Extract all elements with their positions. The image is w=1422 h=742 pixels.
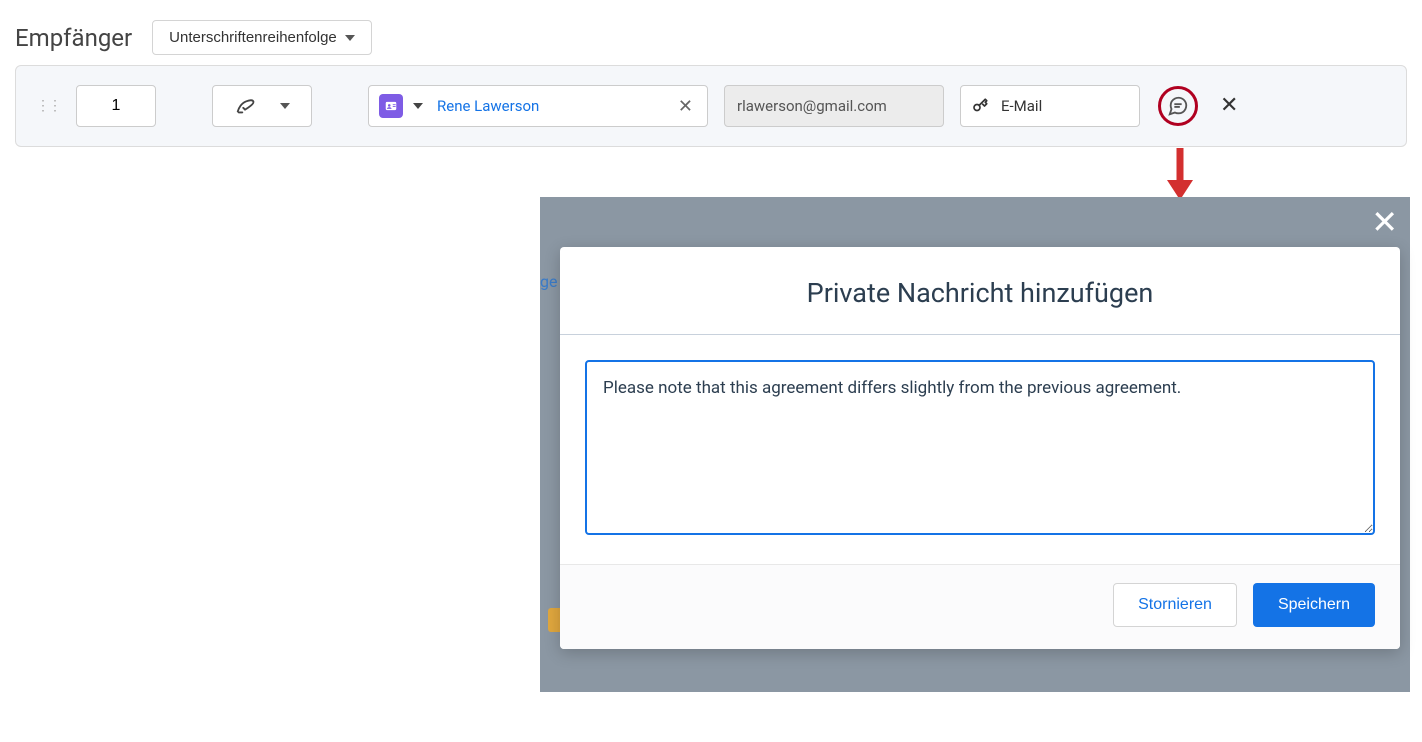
- recipient-row-container: ⋮⋮ Rene Lawerson ✕ rlawerson@gmail.com: [15, 65, 1407, 147]
- private-message-modal: Private Nachricht hinzufügen Stornieren …: [560, 247, 1400, 649]
- close-modal-icon[interactable]: ✕: [1371, 203, 1398, 241]
- caret-down-icon: [280, 103, 290, 109]
- recipient-email: rlawerson@gmail.com: [737, 97, 887, 115]
- cancel-button[interactable]: Stornieren: [1113, 583, 1237, 627]
- recipient-row: ⋮⋮ Rene Lawerson ✕ rlawerson@gmail.com: [36, 84, 1386, 128]
- order-input[interactable]: [76, 85, 156, 127]
- private-message-textarea[interactable]: [585, 360, 1375, 535]
- modal-body: [560, 335, 1400, 564]
- recipient-name: Rene Lawerson: [437, 97, 664, 115]
- modal-header: Private Nachricht hinzufügen: [560, 247, 1400, 335]
- modal-footer: Stornieren Speichern: [560, 564, 1400, 649]
- verify-method-select[interactable]: E-Mail: [960, 85, 1140, 127]
- caret-down-icon: [345, 35, 355, 41]
- recipient-name-field[interactable]: Rene Lawerson ✕: [368, 85, 708, 127]
- drag-handle-icon[interactable]: ⋮⋮: [36, 98, 60, 114]
- recipient-email-field: rlawerson@gmail.com: [724, 85, 944, 127]
- remove-recipient-icon[interactable]: ✕: [1216, 95, 1242, 117]
- pen-icon: [235, 95, 257, 117]
- speech-bubble-icon: [1167, 95, 1189, 117]
- private-message-button[interactable]: [1156, 84, 1200, 128]
- caret-down-icon: [413, 103, 423, 109]
- section-title: Empfänger: [15, 24, 132, 52]
- signature-order-button[interactable]: Unterschriftenreihenfolge: [152, 20, 372, 55]
- arrow-indicator-icon: [1160, 148, 1200, 203]
- role-select[interactable]: [212, 85, 312, 127]
- modal-title: Private Nachricht hinzufügen: [580, 277, 1380, 309]
- key-icon: [971, 97, 989, 115]
- clear-name-icon[interactable]: ✕: [674, 96, 697, 117]
- save-button[interactable]: Speichern: [1253, 583, 1375, 627]
- contact-badge-icon: [379, 94, 403, 118]
- verify-method-label: E-Mail: [1001, 97, 1042, 115]
- modal-backdrop: ge ✕ Private Nachricht hinzufügen Storni…: [540, 197, 1410, 692]
- signature-order-label: Unterschriftenreihenfolge: [169, 29, 337, 46]
